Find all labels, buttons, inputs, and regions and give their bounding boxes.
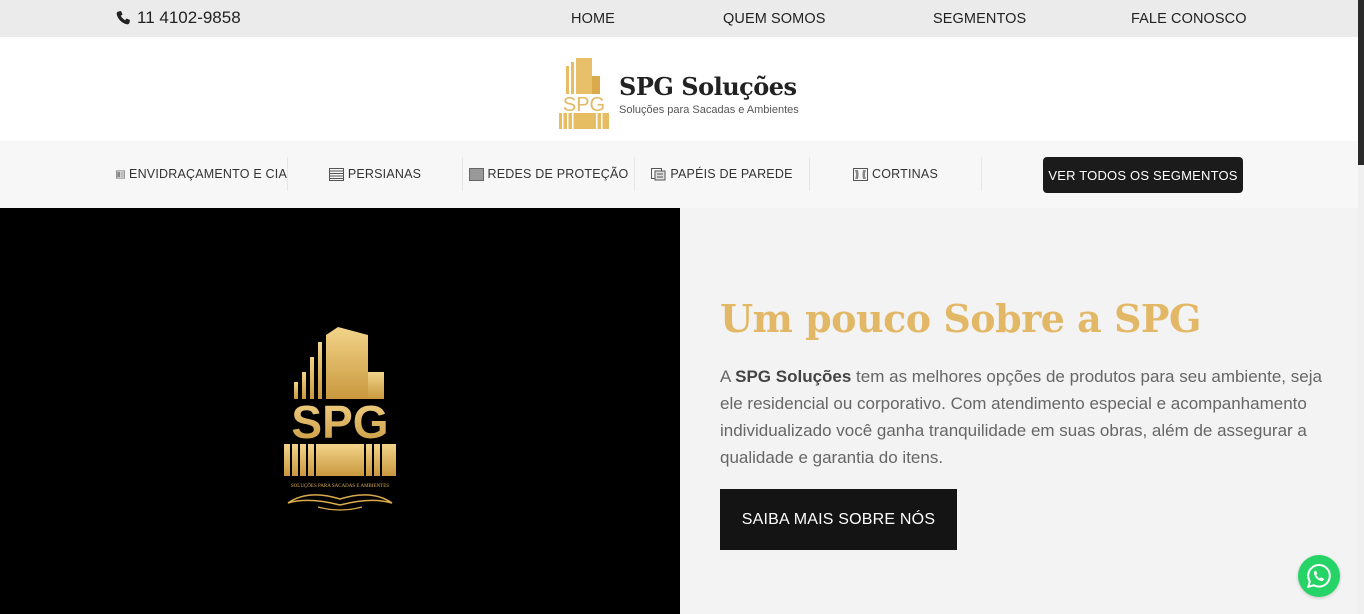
net-icon bbox=[468, 167, 484, 181]
hero-image-panel: SPG SOLUÇÕES PARA SACADAS E AMBIENTES bbox=[0, 208, 680, 614]
segment-label: PERSIANAS bbox=[347, 167, 422, 181]
phone-number[interactable]: 11 4102-9858 bbox=[137, 8, 241, 28]
segment-envidracamento[interactable]: ENVIDRAÇAMENTO E CIA bbox=[116, 157, 288, 191]
wallpaper-icon bbox=[651, 167, 666, 180]
about-section: Um pouco Sobre a SPG A SPG Soluções tem … bbox=[680, 208, 1358, 614]
segment-label: PAPÉIS DE PAREDE bbox=[670, 167, 793, 181]
nav-fale-conosco[interactable]: FALE CONOSCO bbox=[1131, 11, 1247, 27]
learn-more-button[interactable]: SAIBA MAIS SOBRE NÓS bbox=[720, 489, 957, 550]
phone-contact[interactable]: 11 4102-9858 bbox=[115, 8, 241, 28]
hero-logo-text: SPG bbox=[291, 396, 388, 448]
segment-papeis[interactable]: PAPÉIS DE PAREDE bbox=[635, 157, 810, 191]
whatsapp-button[interactable] bbox=[1298, 555, 1340, 597]
top-bar: 11 4102-9858 HOME QUEM SOMOS SEGMENTOS F… bbox=[0, 0, 1358, 37]
segment-cortinas[interactable]: CORTINAS bbox=[810, 157, 982, 191]
curtain-icon bbox=[853, 167, 869, 181]
nav-quem-somos[interactable]: QUEM SOMOS bbox=[723, 11, 826, 27]
blinds-icon bbox=[328, 167, 344, 181]
about-text-prefix: A bbox=[720, 367, 736, 386]
whatsapp-icon bbox=[1306, 563, 1331, 589]
segment-persianas[interactable]: PERSIANAS bbox=[288, 157, 463, 191]
segments-bar: ENVIDRAÇAMENTO E CIA PERSIANAS REDES DE … bbox=[0, 141, 1358, 208]
brand-logo[interactable]: SPG SPG Soluções Soluções para Sacadas e… bbox=[556, 58, 826, 132]
about-brand-name: SPG Soluções bbox=[735, 367, 852, 386]
segment-label: ENVIDRAÇAMENTO E CIA bbox=[129, 167, 287, 181]
hero-logo-tagline: SOLUÇÕES PARA SACADAS E AMBIENTES bbox=[291, 483, 389, 489]
scrollbar-thumb[interactable] bbox=[1358, 0, 1364, 165]
brand-name: SPG Soluções bbox=[619, 72, 797, 101]
brand-tagline: Soluções para Sacadas e Ambientes bbox=[619, 104, 799, 116]
spg-logo-icon: SPG bbox=[559, 58, 609, 129]
segment-redes[interactable]: REDES DE PROTEÇÃO bbox=[463, 157, 635, 191]
view-all-segments-button[interactable]: VER TODOS OS SEGMENTOS bbox=[1043, 157, 1243, 193]
logo-text: SPG bbox=[563, 94, 605, 116]
nav-home[interactable]: HOME bbox=[571, 11, 615, 27]
about-text: A SPG Soluções tem as melhores opções de… bbox=[720, 363, 1330, 471]
segment-label: REDES DE PROTEÇÃO bbox=[487, 167, 629, 181]
nav-segmentos[interactable]: SEGMENTOS bbox=[933, 11, 1026, 27]
segment-label: CORTINAS bbox=[872, 167, 938, 181]
about-title: Um pouco Sobre a SPG bbox=[720, 296, 1201, 341]
spg-hero-logo: SPG SOLUÇÕES PARA SACADAS E AMBIENTES bbox=[284, 327, 396, 511]
window-icon bbox=[116, 170, 126, 178]
phone-icon bbox=[116, 11, 130, 25]
